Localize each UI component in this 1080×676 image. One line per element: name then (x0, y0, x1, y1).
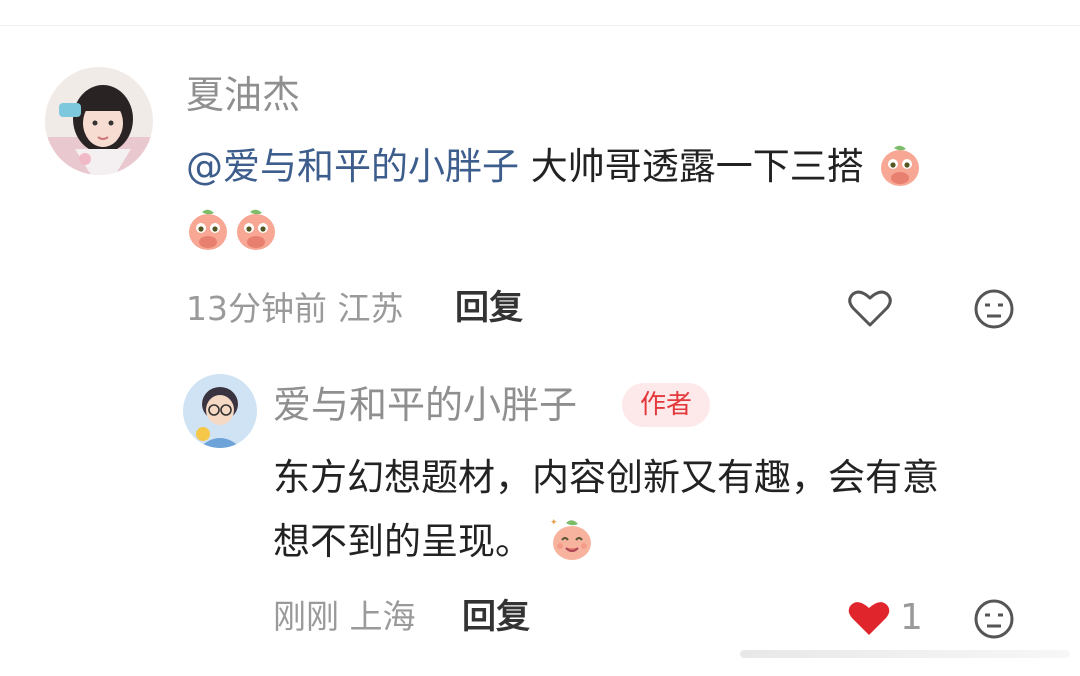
comment-text-line2 (186, 206, 278, 252)
peach-cover-mouth-emoji (237, 209, 275, 250)
comment-text: 大帅哥透露一下三搭 (530, 145, 864, 188)
heart-filled-icon[interactable] (847, 598, 891, 638)
top-divider (0, 25, 1080, 26)
reply-reply-button[interactable]: 回复 (462, 600, 530, 634)
comment-text-line1: @爱与和平的小胖子 大帅哥透露一下三搭 (186, 145, 922, 188)
dislike-face-icon[interactable] (973, 598, 1015, 640)
author-badge: 作者 (622, 383, 711, 427)
reply-meta: 刚刚 上海 (273, 600, 416, 633)
peach-smile-emoji: ✦ (550, 518, 591, 560)
reply-author[interactable]: 爱与和平的小胖子 (273, 386, 577, 424)
reply-text-line2: 想不到的呈现。 ✦ (273, 518, 596, 563)
like-count: 1 (900, 597, 923, 638)
comment-meta: 13分钟前 江苏 (186, 292, 404, 325)
avatar-xiayoujie[interactable] (45, 67, 153, 175)
comment-time: 13分钟前 (186, 289, 327, 328)
peach-cover-mouth-emoji (189, 209, 227, 250)
loading-placeholder-bar (740, 650, 1070, 658)
reply-text-line2-text: 想不到的呈现。 (273, 520, 532, 563)
comment-mention[interactable]: @爱与和平的小胖子 (186, 145, 519, 188)
reply-location: 上海 (349, 597, 416, 636)
reply-time: 刚刚 (273, 597, 339, 636)
reply-text-line1: 东方幻想题材，内容创新又有趣，会有意 (273, 456, 939, 499)
avatar-author[interactable] (183, 374, 257, 448)
peach-cover-mouth-emoji (880, 145, 919, 186)
heart-outline-icon[interactable] (848, 288, 892, 328)
dislike-face-icon[interactable] (973, 288, 1015, 330)
svg-text:✦: ✦ (550, 518, 558, 528)
comment-location: 江苏 (337, 289, 404, 328)
comment-author[interactable]: 夏油杰 (186, 76, 300, 114)
comment-reply-button[interactable]: 回复 (455, 291, 523, 325)
